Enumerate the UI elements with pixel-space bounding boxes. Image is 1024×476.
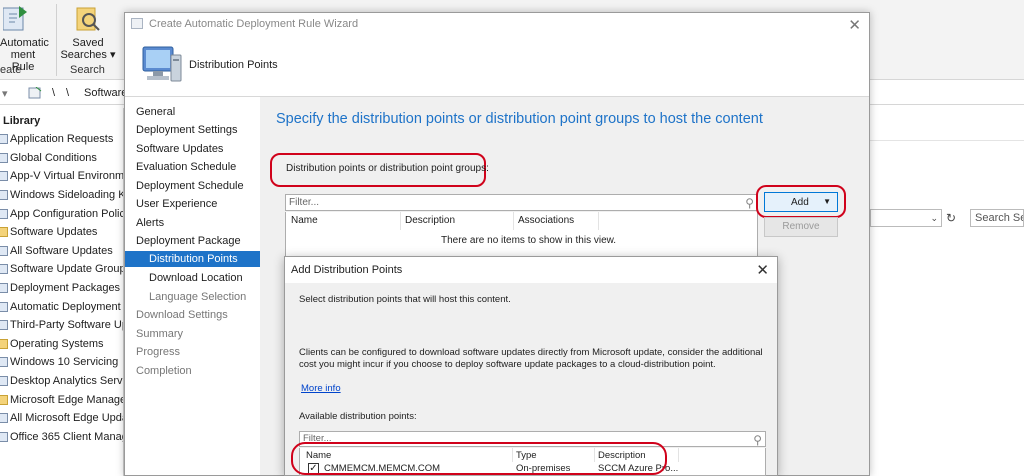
nav-item[interactable]: Automatic Deployment Ru (0, 297, 123, 316)
folder-icon (0, 227, 8, 238)
console-root-icon (28, 86, 42, 102)
nav-item[interactable]: Software Updates (0, 223, 123, 242)
node-icon (0, 376, 8, 387)
dialog-body: Select distribution points that will hos… (285, 283, 777, 476)
select-instruction: Select distribution points that will hos… (299, 294, 511, 305)
add-distribution-points-dialog: Add Distribution Points ✕ Select distrib… (284, 256, 778, 476)
step-alerts[interactable]: Alerts (136, 217, 164, 229)
chevron-down-icon: ⌄ (930, 213, 938, 223)
nav-item[interactable]: All Software Updates (0, 242, 123, 261)
node-icon (0, 357, 8, 368)
node-icon (0, 171, 8, 182)
wizard-titlebar: Create Automatic Deployment Rule Wizard … (125, 13, 869, 35)
search-scope-select[interactable]: ⌄ (870, 209, 942, 227)
column-divider (598, 212, 599, 230)
results-pane: ⌄ ↻ (870, 108, 1024, 476)
node-icon (0, 301, 8, 312)
nav-item[interactable]: Windows 10 Servicing (0, 353, 123, 372)
available-dp-label: Available distribution points: (299, 411, 417, 422)
nav-item[interactable]: Office 365 Client Manageme (0, 428, 123, 447)
dropdown-arrow-icon: ▼ (823, 197, 831, 206)
dp-filter-input[interactable]: Filter... ⚲ (285, 194, 758, 211)
node-icon (0, 283, 8, 294)
add-button[interactable]: Add ▼ (764, 192, 838, 212)
dialog-titlebar: Add Distribution Points ✕ (285, 257, 777, 283)
more-info-link[interactable]: More info (301, 383, 341, 394)
remove-button: Remove (764, 217, 838, 237)
step-language-selection: Language Selection (149, 291, 247, 303)
computer-icon (142, 46, 182, 82)
wizard-header: Distribution Points (125, 35, 869, 97)
address-path[interactable]: Software (84, 87, 127, 99)
step-deployment-schedule[interactable]: Deployment Schedule (136, 180, 244, 192)
node-icon (0, 152, 8, 163)
refresh-icon[interactable]: ↻ (946, 211, 956, 225)
folder-icon (0, 338, 8, 349)
search-icon[interactable]: ⚲ (745, 196, 754, 210)
node-icon (0, 320, 8, 331)
node-icon (0, 413, 8, 424)
step-general[interactable]: General (136, 106, 175, 118)
nav-dropdown-icon[interactable]: ▾ (2, 87, 8, 100)
nav-item[interactable]: Deployment Packages (0, 279, 123, 298)
nav-header: Library (3, 115, 41, 127)
node-icon (0, 431, 8, 442)
step-deployment-settings[interactable]: Deployment Settings (136, 124, 238, 136)
nav-item[interactable]: Operating Systems (0, 335, 123, 354)
search-icon[interactable]: ⚲ (753, 433, 762, 447)
cloud-cost-info: Clients can be configured to download so… (299, 347, 763, 370)
step-evaluation-schedule[interactable]: Evaluation Schedule (136, 161, 236, 173)
search-input[interactable]: Search Sec (970, 209, 1024, 227)
wizard-app-icon (131, 18, 143, 29)
column-divider (513, 212, 514, 230)
saved-searches-button[interactable]: Saved Searches ▾ Search (60, 6, 116, 76)
close-icon[interactable]: ✕ (848, 16, 861, 34)
close-icon[interactable]: ✕ (756, 261, 769, 279)
adr-ribbon-button[interactable]: Automatic ment Rule eate (0, 6, 49, 76)
wizard-step-list: General Deployment Settings Software Upd… (125, 97, 260, 475)
node-icon (0, 190, 8, 201)
step-software-updates[interactable]: Software Updates (136, 143, 223, 155)
nav-item[interactable]: Desktop Analytics Servicing (0, 372, 123, 391)
step-user-experience[interactable]: User Experience (136, 198, 217, 210)
nav-item[interactable]: Global Conditions (0, 149, 123, 168)
dropdown-arrow-icon: ▾ (110, 49, 116, 61)
nav-item[interactable]: App Configuration Policies (0, 204, 123, 223)
step-completion: Completion (136, 365, 192, 377)
node-icon (0, 208, 8, 219)
empty-list-message: There are no items to show in this view. (441, 235, 617, 246)
column-header-name[interactable]: Name (291, 215, 318, 226)
step-distribution-points[interactable]: Distribution Points (125, 251, 260, 267)
nav-item[interactable]: Software Update Groups (0, 260, 123, 279)
content-heading: Specify the distribution points or distr… (276, 111, 763, 127)
console-navigation-pane: Library Application Requests Global Cond… (0, 108, 124, 476)
ribbon-divider (56, 4, 57, 76)
column-divider (400, 212, 401, 230)
saved-searches-icon (76, 7, 100, 31)
step-download-settings: Download Settings (136, 309, 228, 321)
adr-icon (2, 6, 27, 31)
step-summary: Summary (136, 328, 184, 340)
node-icon (0, 264, 8, 275)
step-progress: Progress (136, 346, 181, 358)
highlight-oval-dp-row (291, 442, 667, 475)
node-icon (0, 245, 8, 256)
folder-icon (0, 394, 8, 405)
column-header-associations[interactable]: Associations (518, 215, 574, 226)
dp-list-label: Distribution points or distribution poin… (286, 163, 489, 174)
nav-item[interactable]: App-V Virtual Environment (0, 167, 123, 186)
wizard-page-title: Distribution Points (189, 59, 278, 71)
column-header-description[interactable]: Description (405, 215, 455, 226)
nav-item[interactable]: Windows Sideloading Key (0, 186, 123, 205)
dialog-title: Add Distribution Points (291, 264, 403, 276)
nav-item[interactable]: All Microsoft Edge Update (0, 409, 123, 428)
nav-item[interactable]: Third-Party Software Upda (0, 316, 123, 335)
column-divider (678, 448, 679, 462)
wizard-title: Create Automatic Deployment Rule Wizard (149, 18, 359, 30)
step-deployment-package[interactable]: Deployment Package (136, 235, 241, 247)
step-download-location[interactable]: Download Location (149, 272, 243, 284)
nav-item[interactable]: Application Requests (0, 130, 123, 149)
node-icon (0, 134, 8, 145)
nav-item[interactable]: Microsoft Edge Managemen (0, 390, 123, 409)
